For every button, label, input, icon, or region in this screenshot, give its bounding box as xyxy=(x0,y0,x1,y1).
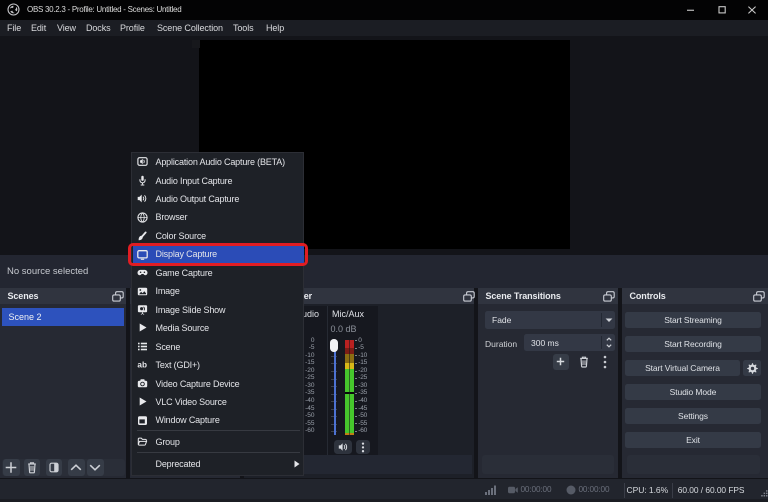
svg-text:ab: ab xyxy=(137,361,147,370)
